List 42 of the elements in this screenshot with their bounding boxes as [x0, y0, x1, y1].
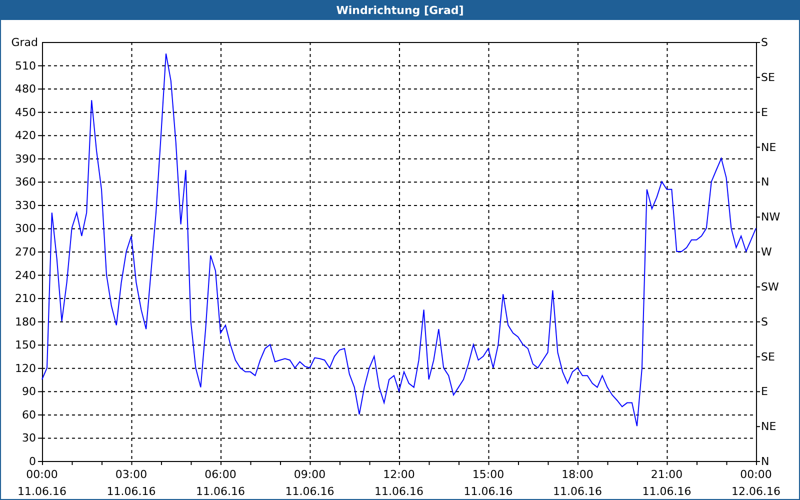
y-tick-label: 330	[15, 198, 36, 212]
chart-title: Windrichtung [Grad]	[336, 4, 464, 17]
y-tick-label: 120	[15, 362, 36, 375]
direction-tick-label: NW	[761, 210, 780, 224]
direction-tick-label: S	[761, 36, 768, 49]
direction-tick-label: NE	[761, 140, 776, 154]
y-tick-label: 510	[15, 59, 36, 72]
direction-tick-label: E	[761, 385, 768, 398]
y-tick-label: 450	[15, 106, 36, 119]
y-tick-label: 150	[15, 338, 36, 352]
direction-tick-label: N	[761, 455, 770, 468]
direction-tick-label: E	[761, 106, 768, 119]
y-tick-label: 210	[15, 292, 36, 306]
y-tick-label: 60	[22, 408, 36, 422]
x-tick-label: 00:00 11.06.16	[18, 468, 66, 498]
x-tick-label: 00:00 12.06.16	[732, 468, 780, 498]
x-tick-label: 21:00 11.06.16	[642, 468, 692, 498]
x-tick-label: 15:00 11.06.16	[464, 468, 513, 498]
y-tick-label: 480	[15, 82, 36, 96]
direction-tick-label: SE	[761, 70, 775, 84]
y-tick-label: 90	[22, 385, 36, 398]
direction-tick-label: S	[761, 315, 768, 328]
direction-tick-label: W	[761, 246, 772, 258]
y-tick-label: 240	[15, 268, 36, 282]
y-tick-label: 30	[22, 432, 36, 445]
direction-tick-label: N	[761, 176, 770, 189]
x-tick-label: 09:00 11.06.16	[285, 468, 334, 498]
y-tick-label: 0	[29, 455, 36, 468]
x-tick-label: 06:00 11.06.16	[196, 468, 245, 498]
y-tick-label: 390	[15, 152, 36, 166]
y-tick-label: 420	[15, 129, 36, 142]
y-tick-label: 300	[15, 222, 36, 236]
x-tick-label: 03:00 11.06.16	[106, 468, 156, 498]
y-tick-label: 180	[15, 315, 36, 328]
x-tick-label: 18:00 11.06.16	[553, 468, 602, 498]
direction-tick-label: SW	[761, 280, 779, 294]
y-tick-label: 360	[15, 176, 36, 189]
x-tick-label: 12:00 11.06.16	[374, 468, 424, 498]
direction-tick-label: SE	[761, 350, 775, 364]
y-axis-label: Grad	[11, 36, 38, 49]
y-tick-label: 270	[15, 246, 36, 258]
direction-tick-label: NE	[761, 420, 776, 434]
